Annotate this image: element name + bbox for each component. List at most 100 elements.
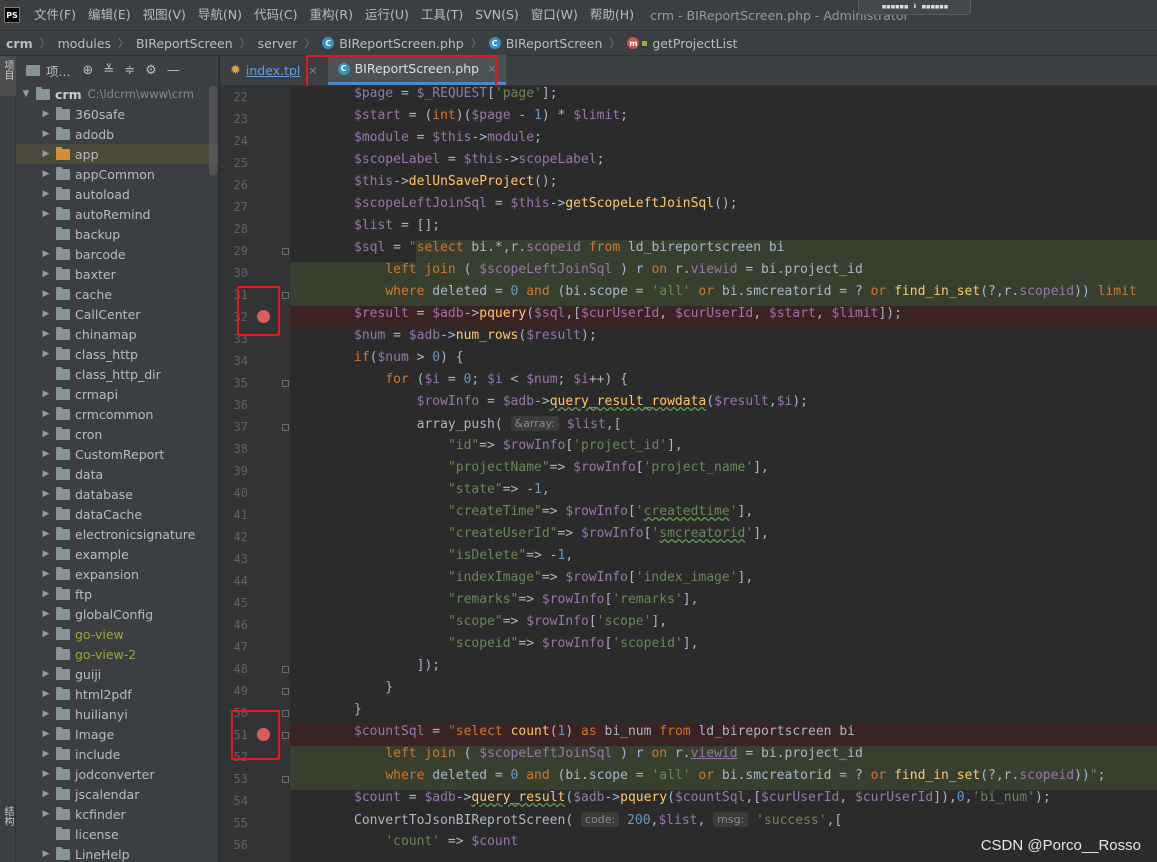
tree-folder-row[interactable]: ▶ kcfinder	[16, 804, 218, 824]
line-number[interactable]: 24	[220, 134, 248, 148]
chevron-right-icon[interactable]: ▶	[40, 609, 52, 619]
chevron-right-icon[interactable]: ▶	[40, 469, 52, 479]
chevron-right-icon[interactable]: ▶	[40, 169, 52, 179]
tree-folder-row[interactable]: ▶ autoRemind	[16, 204, 218, 224]
line-number[interactable]: 30	[220, 266, 248, 280]
fold-marker-icon[interactable]	[282, 688, 289, 695]
code-line[interactable]: array_push( &array: $list,[	[354, 416, 622, 438]
line-number[interactable]: 27	[220, 200, 248, 214]
code-line[interactable]: $num = $adb->num_rows($result);	[354, 328, 597, 350]
tree-folder-row[interactable]: ▶ example	[16, 544, 218, 564]
code-editor[interactable]: 22 23 24 25 26 27 28 29 30 31 32 33 34 35 36 37 38 39 40 41…	[220, 86, 1157, 862]
line-number[interactable]: 37	[220, 420, 248, 434]
tree-folder-row[interactable]: ▶ database	[16, 484, 218, 504]
code-line[interactable]: $list = [];	[354, 218, 440, 240]
chevron-right-icon[interactable]: ▶	[40, 309, 52, 319]
code-line[interactable]: "id"=> $rowInfo['project_id'],	[354, 438, 683, 460]
breadcrumb-item-class[interactable]: C BIReportScreen	[488, 36, 602, 51]
chevron-right-icon[interactable]: ▶	[40, 449, 52, 459]
tree-folder-row[interactable]: ▶ cron	[16, 424, 218, 444]
breadcrumb-item-crm[interactable]: crm	[6, 36, 33, 51]
line-number[interactable]: 47	[220, 640, 248, 654]
menu-help[interactable]: 帮助(H)	[584, 0, 640, 30]
chevron-right-icon[interactable]: ▶	[40, 209, 52, 219]
breadcrumb-item-file[interactable]: C BIReportScreen.php	[322, 36, 464, 51]
chevron-right-icon[interactable]: ▶	[40, 569, 52, 579]
line-number[interactable]: 56	[220, 838, 248, 852]
menu-navigate[interactable]: 导航(N)	[192, 0, 248, 30]
line-number[interactable]: 43	[220, 552, 248, 566]
code-line[interactable]: $page = $_REQUEST['page'];	[354, 86, 558, 108]
chevron-right-icon[interactable]: ▶	[40, 629, 52, 639]
breadcrumb-item-server[interactable]: server	[258, 36, 298, 51]
line-number[interactable]: 23	[220, 112, 248, 126]
fold-marker-icon[interactable]	[282, 710, 289, 717]
chevron-right-icon[interactable]: ▶	[40, 689, 52, 699]
tree-folder-row[interactable]: ▶ app	[16, 144, 218, 164]
menu-window[interactable]: 窗口(W)	[525, 0, 584, 30]
chevron-right-icon[interactable]: ▶	[40, 269, 52, 279]
tree-folder-row[interactable]: ▶ jodconverter	[16, 764, 218, 784]
project-tool-label[interactable]: 项目	[1, 60, 15, 80]
chevron-right-icon[interactable]: ▶	[40, 669, 52, 679]
code-line[interactable]: 'count' => $count	[354, 834, 518, 856]
gear-icon[interactable]: ⚙	[145, 63, 157, 78]
code-line[interactable]: left join ( $scopeLeftJoinSql ) r on r.v…	[354, 262, 862, 284]
project-panel-title[interactable]: 项...	[46, 61, 70, 80]
chevron-right-icon[interactable]: ▶	[40, 509, 52, 519]
menu-tools[interactable]: 工具(T)	[415, 0, 469, 30]
chevron-right-icon[interactable]: ▶	[40, 109, 52, 119]
code-line[interactable]: ]);	[354, 658, 440, 680]
code-line[interactable]: left join ( $scopeLeftJoinSql ) r on r.v…	[354, 746, 862, 768]
tree-folder-row[interactable]: class_http_dir	[16, 364, 218, 384]
chevron-right-icon[interactable]: ▶	[40, 709, 52, 719]
tree-folder-row[interactable]: ▶ go-view	[16, 624, 218, 644]
tree-folder-row[interactable]: ▶ guiji	[16, 664, 218, 684]
code-line[interactable]: $rowInfo = $adb->query_result_rowdata($r…	[354, 394, 808, 416]
tree-folder-row[interactable]: ▶ LineHelp	[16, 844, 218, 862]
line-number[interactable]: 39	[220, 464, 248, 478]
code-line[interactable]: "projectName"=> $rowInfo['project_name']…	[354, 460, 769, 482]
tree-folder-row[interactable]: backup	[16, 224, 218, 244]
tree-folder-row[interactable]: ▶ jscalendar	[16, 784, 218, 804]
menu-refactor[interactable]: 重构(R)	[304, 0, 359, 30]
chevron-right-icon[interactable]: ▶	[40, 589, 52, 599]
locate-icon[interactable]: ⊕	[82, 63, 93, 78]
tree-folder-row[interactable]: ▶ globalConfig	[16, 604, 218, 624]
tree-folder-row[interactable]: ▶ include	[16, 744, 218, 764]
menu-svn[interactable]: SVN(S)	[469, 0, 525, 30]
code-line[interactable]: "isDelete"=> -1,	[354, 548, 573, 570]
line-number[interactable]: 44	[220, 574, 248, 588]
code-line[interactable]: where deleted = 0 and (bi.scope = 'all' …	[354, 768, 1105, 790]
tree-folder-row[interactable]: ▶ huilianyi	[16, 704, 218, 724]
menu-edit[interactable]: 编辑(E)	[82, 0, 137, 30]
line-number[interactable]: 38	[220, 442, 248, 456]
tree-folder-row[interactable]: ▶ appCommon	[16, 164, 218, 184]
chevron-right-icon[interactable]: ▶	[40, 149, 52, 159]
collapse-all-icon[interactable]: ≑	[124, 63, 135, 78]
tree-folder-row[interactable]: ▶ autoload	[16, 184, 218, 204]
chevron-right-icon[interactable]: ▶	[40, 429, 52, 439]
chevron-right-icon[interactable]: ▶	[40, 549, 52, 559]
code-line[interactable]: "indexImage"=> $rowInfo['index_image'],	[354, 570, 753, 592]
menu-code[interactable]: 代码(C)	[248, 0, 303, 30]
code-line[interactable]: $scopeLeftJoinSql = $this->getScopeLeftJ…	[354, 196, 738, 218]
code-line[interactable]: }	[354, 680, 393, 702]
chevron-down-icon[interactable]: ▼	[20, 89, 32, 99]
tree-folder-row[interactable]: ▶ class_http	[16, 344, 218, 364]
line-number[interactable]: 40	[220, 486, 248, 500]
tree-folder-row[interactable]: ▶ baxter	[16, 264, 218, 284]
fold-marker-icon[interactable]	[282, 248, 289, 255]
menu-view[interactable]: 视图(V)	[137, 0, 192, 30]
code-line[interactable]: $sql = "select bi.*,r.scopeid from ld_bi…	[354, 240, 785, 262]
tree-folder-row[interactable]: ▶ 360safe	[16, 104, 218, 124]
tree-folder-row[interactable]: ▶ data	[16, 464, 218, 484]
code-line[interactable]: }	[354, 702, 362, 724]
code-line[interactable]: where deleted = 0 and (bi.scope = 'all' …	[354, 284, 1136, 306]
tree-folder-row[interactable]: ▶ CustomReport	[16, 444, 218, 464]
code-line[interactable]: if($num > 0) {	[354, 350, 464, 372]
code-line[interactable]: "scopeid"=> $rowInfo['scopeid'],	[354, 636, 699, 658]
code-line[interactable]: "state"=> -1,	[354, 482, 550, 504]
line-number[interactable]: 55	[220, 816, 248, 830]
tree-folder-row[interactable]: go-view-2	[16, 644, 218, 664]
